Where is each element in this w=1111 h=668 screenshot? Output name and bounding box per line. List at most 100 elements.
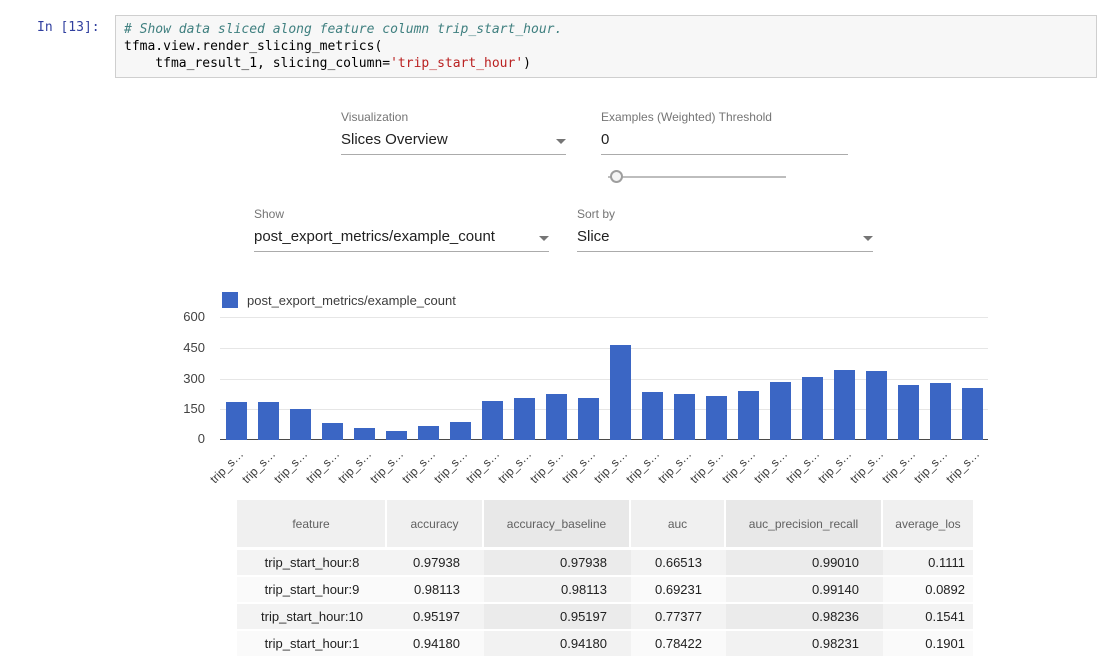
- chart-bar[interactable]: [482, 401, 503, 440]
- x-tick-label: trip_s…: [879, 447, 918, 486]
- column-header[interactable]: accuracy_baseline: [484, 500, 631, 550]
- chart-x-axis: trip_s…trip_s…trip_s…trip_s…trip_s…trip_…: [220, 447, 988, 489]
- metric-cell: 0.99010: [726, 550, 883, 577]
- feature-cell: trip_start_hour:10: [237, 604, 387, 631]
- cell-prompt: In [13]:: [37, 20, 100, 35]
- x-tick-label: trip_s…: [495, 447, 534, 486]
- chart-bar[interactable]: [258, 402, 279, 440]
- metric-cell: 0.95197: [484, 604, 631, 631]
- x-tick-label: trip_s…: [655, 447, 694, 486]
- metric-cell: 0.66513: [631, 550, 726, 577]
- metric-cell: 0.77377: [631, 604, 726, 631]
- chart-bar[interactable]: [290, 409, 311, 440]
- code-line: tfma.view.render_slicing_metrics(: [124, 38, 1088, 55]
- x-tick-label: trip_s…: [399, 447, 438, 486]
- visualization-select[interactable]: Visualization Slices Overview: [341, 110, 566, 155]
- visualization-value: Slices Overview: [341, 131, 448, 148]
- code-text: ): [523, 56, 531, 71]
- visualization-label: Visualization: [341, 110, 566, 124]
- metric-cell: 0.98113: [387, 577, 484, 604]
- chart-bar[interactable]: [322, 423, 343, 440]
- sort-by-select[interactable]: Sort by Slice: [577, 207, 873, 252]
- metrics-table: featureaccuracyaccuracy_baselineaucauc_p…: [237, 500, 973, 658]
- threshold-label: Examples (Weighted) Threshold: [601, 110, 848, 124]
- x-tick-label: trip_s…: [591, 447, 630, 486]
- metric-cell: 0.94180: [484, 631, 631, 658]
- column-header[interactable]: auc_precision_recall: [726, 500, 883, 550]
- column-header[interactable]: accuracy: [387, 500, 484, 550]
- chart-bar[interactable]: [962, 388, 983, 440]
- x-tick-label: trip_s…: [207, 447, 246, 486]
- table-row: trip_start_hour:90.981130.981130.692310.…: [237, 577, 973, 604]
- feature-cell: trip_start_hour:1: [237, 631, 387, 658]
- chart-bar[interactable]: [642, 392, 663, 440]
- slider-track[interactable]: [608, 176, 786, 178]
- metric-cell: 0.0892: [883, 577, 973, 604]
- metric-cell: 0.1541: [883, 604, 973, 631]
- sort-by-value: Slice: [577, 228, 610, 245]
- column-header[interactable]: feature: [237, 500, 387, 550]
- chart-bar[interactable]: [450, 422, 471, 440]
- chevron-down-icon: [863, 236, 873, 241]
- show-value: post_export_metrics/example_count: [254, 228, 495, 245]
- chart-bar[interactable]: [738, 391, 759, 440]
- chart-bar[interactable]: [770, 382, 791, 440]
- x-tick-label: trip_s…: [303, 447, 342, 486]
- metric-cell: 0.78422: [631, 631, 726, 658]
- y-tick-label: 600: [183, 309, 205, 324]
- x-tick-label: trip_s…: [463, 447, 502, 486]
- code-comment: # Show data sliced along feature column …: [124, 22, 562, 37]
- x-tick-label: trip_s…: [751, 447, 790, 486]
- chart-bar[interactable]: [834, 370, 855, 440]
- chart-bar[interactable]: [546, 394, 567, 440]
- slider-thumb[interactable]: [610, 170, 623, 183]
- chart-bar[interactable]: [418, 426, 439, 440]
- metric-cell: 0.98236: [726, 604, 883, 631]
- chart-bar[interactable]: [674, 394, 695, 440]
- threshold-slider[interactable]: [608, 169, 786, 184]
- chart-bar[interactable]: [610, 345, 631, 440]
- metric-cell: 0.98113: [484, 577, 631, 604]
- chart-bar[interactable]: [898, 385, 919, 440]
- x-tick-label: trip_s…: [623, 447, 662, 486]
- chart-bar[interactable]: [226, 402, 247, 440]
- metric-cell: 0.99140: [726, 577, 883, 604]
- metrics-table-body: trip_start_hour:80.979380.979380.665130.…: [237, 550, 973, 658]
- threshold-field: Examples (Weighted) Threshold 0: [601, 110, 848, 155]
- x-tick-label: trip_s…: [367, 447, 406, 486]
- y-tick-label: 450: [183, 340, 205, 355]
- chart-bar[interactable]: [386, 431, 407, 440]
- code-line: # Show data sliced along feature column …: [124, 21, 1088, 38]
- chart-bar[interactable]: [706, 396, 727, 440]
- metric-cell: 0.69231: [631, 577, 726, 604]
- code-text: tfma.view.render_slicing_metrics(: [124, 39, 382, 54]
- y-tick-label: 0: [198, 431, 205, 446]
- chevron-down-icon: [556, 139, 566, 144]
- chart-y-axis: 0150300450600: [150, 317, 205, 449]
- chart-bar[interactable]: [930, 383, 951, 440]
- threshold-input[interactable]: 0: [601, 131, 609, 148]
- x-tick-label: trip_s…: [271, 447, 310, 486]
- chart-bar[interactable]: [354, 428, 375, 440]
- column-header[interactable]: auc: [631, 500, 726, 550]
- metric-cell: 0.1901: [883, 631, 973, 658]
- show-label: Show: [254, 207, 549, 221]
- column-header[interactable]: average_los: [883, 500, 973, 550]
- chart-bar[interactable]: [802, 377, 823, 440]
- jupyter-notebook: In [13]: # Show data sliced along featur…: [0, 0, 1111, 668]
- metric-cell: 0.94180: [387, 631, 484, 658]
- show-select[interactable]: Show post_export_metrics/example_count: [254, 207, 549, 252]
- chart-plot: [220, 317, 988, 440]
- chart-bar[interactable]: [514, 398, 535, 440]
- code-cell-input[interactable]: # Show data sliced along feature column …: [115, 15, 1097, 78]
- chart-legend: post_export_metrics/example_count: [222, 292, 456, 308]
- metric-cell: 0.97938: [484, 550, 631, 577]
- x-tick-label: trip_s…: [815, 447, 854, 486]
- feature-cell: trip_start_hour:9: [237, 577, 387, 604]
- chart-bar[interactable]: [866, 371, 887, 440]
- code-string: 'trip_start_hour': [390, 56, 523, 71]
- chart-bar[interactable]: [578, 398, 599, 440]
- table-row: trip_start_hour:100.951970.951970.773770…: [237, 604, 973, 631]
- x-tick-label: trip_s…: [783, 447, 822, 486]
- code-text: tfma_result_1, slicing_column=: [124, 56, 390, 71]
